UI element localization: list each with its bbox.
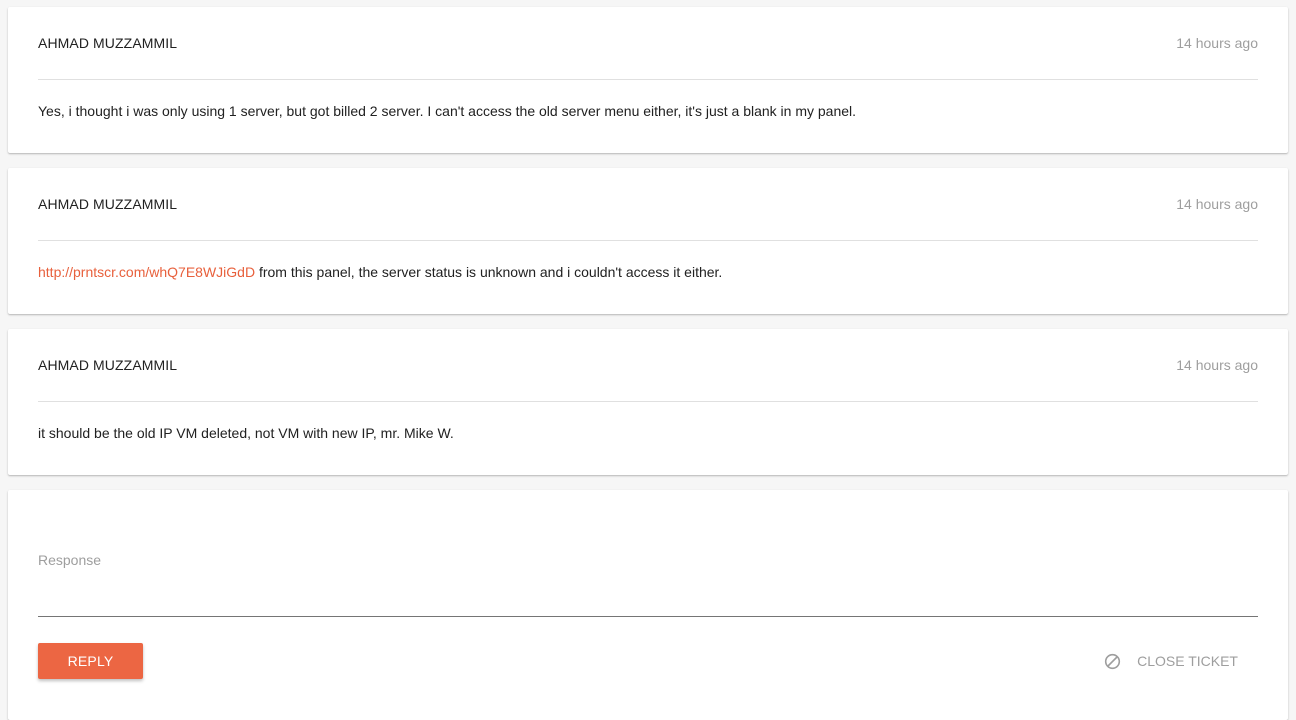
- message-link[interactable]: http://prntscr.com/whQ7E8WJiGdD: [38, 264, 255, 280]
- message-time: 14 hours ago: [1176, 35, 1258, 51]
- message-card: AHMAD MUZZAMMIL 14 hours ago http://prnt…: [8, 168, 1288, 314]
- message-header: AHMAD MUZZAMMIL 14 hours ago: [38, 168, 1258, 241]
- message-header: AHMAD MUZZAMMIL 14 hours ago: [38, 7, 1258, 80]
- message-text: it should be the old IP VM deleted, not …: [38, 425, 454, 441]
- block-icon: [1104, 653, 1121, 670]
- message-body: http://prntscr.com/whQ7E8WJiGdD from thi…: [38, 241, 1258, 281]
- message-author: AHMAD MUZZAMMIL: [38, 196, 178, 212]
- reply-form: REPLY CLOSE TICKET: [8, 490, 1288, 720]
- response-input[interactable]: [38, 540, 1258, 580]
- message-card: AHMAD MUZZAMMIL 14 hours ago Yes, i thou…: [8, 7, 1288, 153]
- message-body: Yes, i thought i was only using 1 server…: [38, 80, 1258, 120]
- close-ticket-button[interactable]: CLOSE TICKET: [1104, 643, 1238, 679]
- message-time: 14 hours ago: [1176, 357, 1258, 373]
- message-header: AHMAD MUZZAMMIL 14 hours ago: [38, 329, 1258, 402]
- message-card: AHMAD MUZZAMMIL 14 hours ago it should b…: [8, 329, 1288, 475]
- reply-button[interactable]: REPLY: [38, 643, 143, 679]
- message-body: it should be the old IP VM deleted, not …: [38, 402, 1258, 442]
- message-text: Yes, i thought i was only using 1 server…: [38, 103, 857, 119]
- message-author: AHMAD MUZZAMMIL: [38, 35, 178, 51]
- response-field[interactable]: [38, 540, 1258, 617]
- message-author: AHMAD MUZZAMMIL: [38, 357, 178, 373]
- message-time: 14 hours ago: [1176, 196, 1258, 212]
- message-text: from this panel, the server status is un…: [255, 264, 723, 280]
- ticket-thread: AHMAD MUZZAMMIL 14 hours ago Yes, i thou…: [8, 7, 1288, 720]
- close-ticket-label: CLOSE TICKET: [1137, 653, 1238, 669]
